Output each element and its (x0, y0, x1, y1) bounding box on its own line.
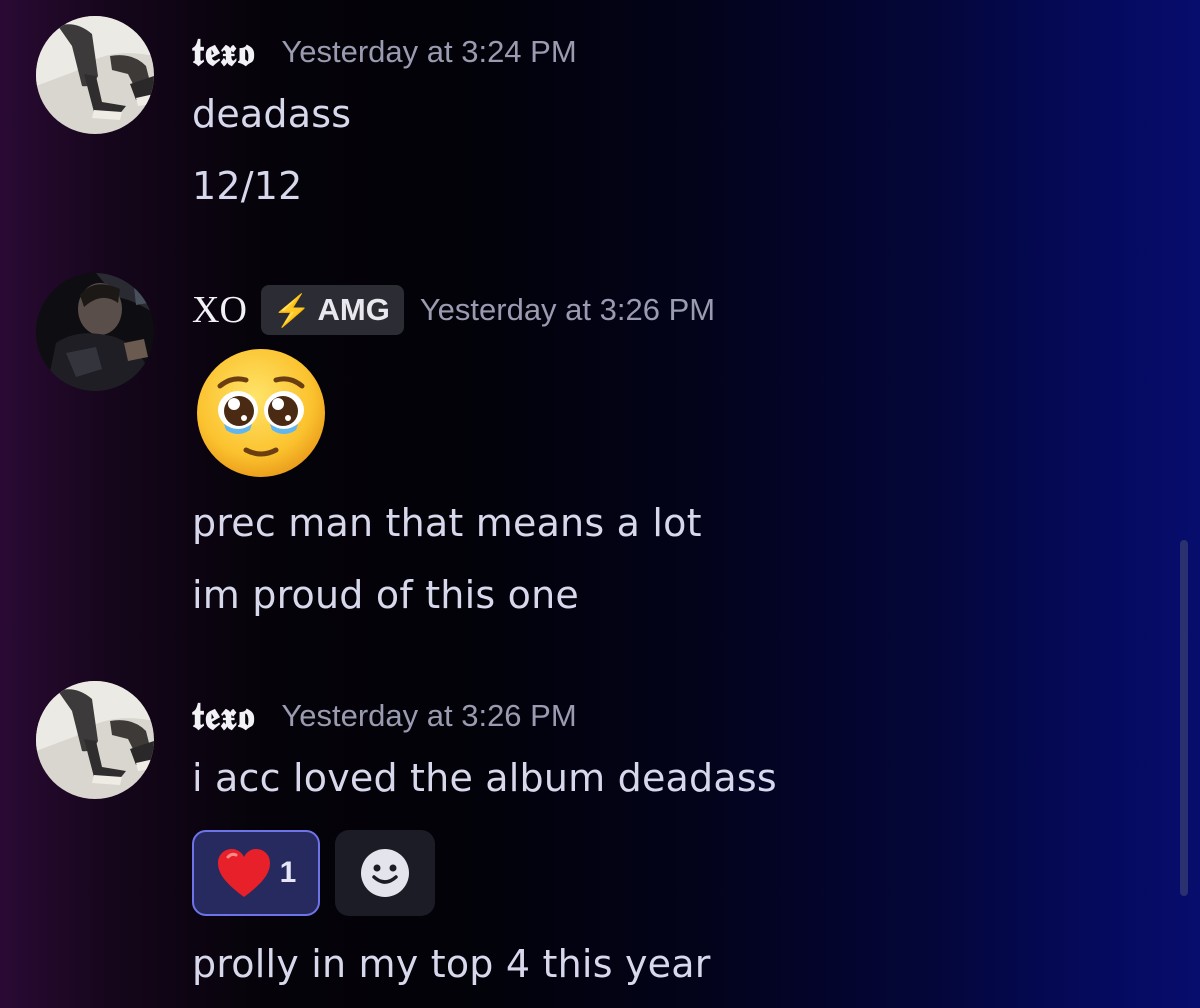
message-header: 𝖙𝖊𝖝𝖔 Yesterday at 3:26 PM (192, 690, 577, 742)
reaction-count: 1 (279, 856, 297, 889)
avatar[interactable] (36, 681, 154, 799)
username[interactable]: 𝖙𝖊𝖝𝖔 (192, 693, 255, 739)
message-text[interactable]: prolly in my top 4 this year (192, 942, 711, 986)
smiley-add-reaction-icon (361, 849, 409, 897)
add-reaction-button[interactable] (335, 830, 435, 916)
message-text[interactable]: i acc loved the album deadass (192, 756, 777, 800)
scrollbar[interactable] (1180, 540, 1188, 896)
red-heart-icon (217, 849, 270, 897)
message-group-3: 𝖙𝖊𝖝𝖔 Yesterday at 3:26 PM i acc loved th… (0, 0, 1160, 1008)
timestamp[interactable]: Yesterday at 3:26 PM (281, 698, 576, 734)
reaction-heart-button[interactable]: 1 (192, 830, 320, 916)
